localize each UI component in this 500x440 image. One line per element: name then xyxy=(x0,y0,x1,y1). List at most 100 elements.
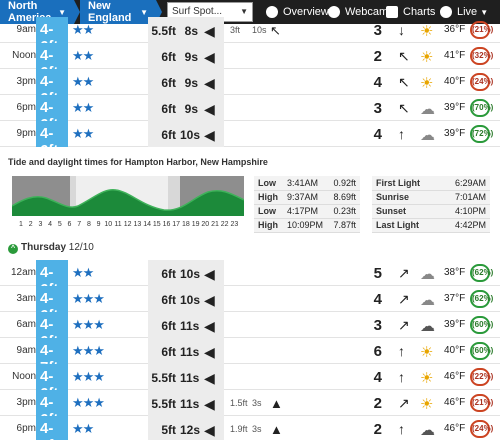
swell-height: 6ft xyxy=(161,345,176,359)
daylight-row: Sunset 4:10PM xyxy=(372,204,490,219)
wind-speed: 2 xyxy=(373,48,382,65)
wind-direction-arrow-icon: ↗ xyxy=(398,291,410,307)
weather-icon: ☀ xyxy=(420,49,434,66)
wind-percent-badge: (22%) xyxy=(470,368,493,386)
surf-height: 4-7ft xyxy=(36,338,68,376)
temperature: 41°F xyxy=(444,50,466,61)
wind-percent-badge: (24%) xyxy=(470,73,493,91)
tide-hour-label: 4 xyxy=(48,221,53,228)
wind-speed: 3 xyxy=(373,22,382,39)
rating-stars: ★★★ xyxy=(72,291,105,306)
tide-hour-label: 1 xyxy=(19,221,23,228)
surf-height: 4-6ft xyxy=(36,416,68,440)
wind-direction-arrow-icon: ↖ xyxy=(398,48,410,64)
temperature: 40°F xyxy=(444,76,466,87)
surf-spot-select-value: Surf Spot... xyxy=(172,6,223,17)
temperature: 46°F xyxy=(444,423,466,434)
swell-height: 6ft xyxy=(161,293,176,307)
surf-height-value: 4-6ft xyxy=(40,125,59,159)
weather-icon: ☁ xyxy=(420,422,435,439)
forecast-time: 9am xyxy=(16,345,36,356)
wind-percent-badge: (60%) xyxy=(470,342,493,360)
wind-speed: 2 xyxy=(373,421,382,438)
wind-direction-arrow-icon: ↓ xyxy=(398,22,405,38)
day-header: ^ Thursday 12/10 xyxy=(0,242,500,256)
wind-speed: 5 xyxy=(373,265,382,282)
swell-direction-arrow-icon: ◀ xyxy=(204,101,215,117)
tide-height: 8.69ft xyxy=(328,190,360,205)
tide-time: 9:37AM xyxy=(282,190,329,205)
temperature: 38°F xyxy=(444,267,466,278)
rating-stars: ★★ xyxy=(72,126,94,141)
swell-height: 6ft xyxy=(161,50,176,64)
wind-speed: 4 xyxy=(373,369,382,386)
daylight-row: Sunrise 7:01AM xyxy=(372,190,490,205)
weather-icon: ☀ xyxy=(420,23,434,40)
swell-height: 6ft xyxy=(161,102,176,116)
wind-percent-badge: (32%) xyxy=(470,47,493,65)
swell-period: 9s xyxy=(184,102,198,116)
daylight-time: 7:01AM xyxy=(439,190,490,205)
swell-height: 5.5ft xyxy=(151,24,176,38)
tide-hour-label: 22 xyxy=(220,221,229,228)
swell-period: 11s xyxy=(180,371,200,385)
tide-type: High xyxy=(254,218,283,233)
tide-hour-label: 8 xyxy=(86,221,91,228)
temperature: 37°F xyxy=(444,293,466,304)
tide-hour-label: 11 xyxy=(114,221,122,228)
forecast-row: 9am4-6ft ★★ 5.5ft 8s ◀ 3ft 10s↖ 3 ↓ ☀ 36°F (21%) xyxy=(0,17,500,55)
swell-direction-arrow-icon: ◀ xyxy=(204,396,215,412)
daylight-label: Last Light xyxy=(372,218,440,233)
swell-height: 6ft xyxy=(161,128,176,142)
swell-direction-arrow-icon: ◀ xyxy=(204,370,215,386)
rating-stars: ★★ xyxy=(72,48,94,63)
swell-period: 10s xyxy=(180,267,201,281)
tide-time: 4:17PM xyxy=(282,204,329,219)
daylight-label: Sunset xyxy=(372,204,440,219)
wind-percent-badge: (72%) xyxy=(470,125,493,143)
swell-period: 10s xyxy=(180,293,201,307)
surf-height: 4-6ft xyxy=(36,312,68,350)
tide-type: Low xyxy=(254,176,283,191)
tide-hour-label: 17 xyxy=(172,221,181,228)
daylight-label: First Light xyxy=(372,176,440,191)
chevron-down-icon: ▼ xyxy=(140,7,148,17)
forecast-row: 6am4-6ft ★★★ 6ft 11s ◀ 3 ↗ ☁ 39°F (60%) xyxy=(0,312,500,350)
wind-percent-badge: (60%) xyxy=(470,316,493,334)
tide-hour-axis: 1 2 3 4 5 6 7 8 9 10 11 12 13 14 15 16 17 18 19 20 21 22 23 xyxy=(12,221,244,231)
tide-height: 0.92ft xyxy=(328,176,360,191)
forecast-row: 12am4-6ft ★★ 6ft 10s◀ 5 ↗ ☁ 38°F (62%) xyxy=(0,260,500,298)
daylight-times-table: First Light 6:29AM Sunrise 7:01AM Sunset 4:10… xyxy=(372,176,490,233)
wind-speed: 6 xyxy=(373,343,382,360)
temperature: 39°F xyxy=(444,319,466,330)
tide-height: 0.23ft xyxy=(328,204,360,219)
surf-height: 4-6ft xyxy=(36,69,68,107)
tide-hour-label: 21 xyxy=(211,221,219,228)
wind-direction-arrow-icon: ↖ xyxy=(398,100,410,116)
wind-direction-arrow-icon: ↖ xyxy=(398,74,410,90)
tide-hour-label: 16 xyxy=(162,221,171,228)
tide-row: Low 3:41AM 0.92ft xyxy=(254,176,360,191)
swell-direction-arrow-icon: ◀ xyxy=(204,75,215,91)
rating-stars: ★★ xyxy=(72,22,94,37)
secondary-swell-period: 10s xyxy=(252,25,267,35)
temperature: 46°F xyxy=(444,397,466,408)
forecast-row: 3pm4-6ft ★★★ 5.5ft 11s ◀ 1.5ft 3s ▲ 2 ↗ ☀ 46°F (21%) xyxy=(0,390,500,428)
tide-time: 3:41AM xyxy=(282,176,329,191)
forecast-time: 9pm xyxy=(16,128,36,139)
forecast-time: 6pm xyxy=(16,102,36,113)
tide-hour-label: 10 xyxy=(104,221,113,228)
wind-percent-badge: (62%) xyxy=(470,264,493,282)
rating-stars: ★★ xyxy=(72,100,94,115)
collapse-icon[interactable]: ^ xyxy=(8,244,18,254)
forecast-time: Noon xyxy=(12,371,36,382)
tide-hour-label: 15 xyxy=(152,221,161,228)
wind-speed: 4 xyxy=(373,291,382,308)
forecast-time: 6pm xyxy=(16,423,36,434)
forecast-row: 3am4-6ft ★★★ 6ft 10s◀ 4 ↗ ☁ 37°F (62%) xyxy=(0,286,500,324)
wind-speed: 3 xyxy=(373,100,382,117)
temperature: 46°F xyxy=(444,371,466,382)
temperature: 39°F xyxy=(444,102,466,113)
forecast-time: 6am xyxy=(16,319,36,330)
swell-direction-arrow-icon: ◀ xyxy=(204,318,215,334)
